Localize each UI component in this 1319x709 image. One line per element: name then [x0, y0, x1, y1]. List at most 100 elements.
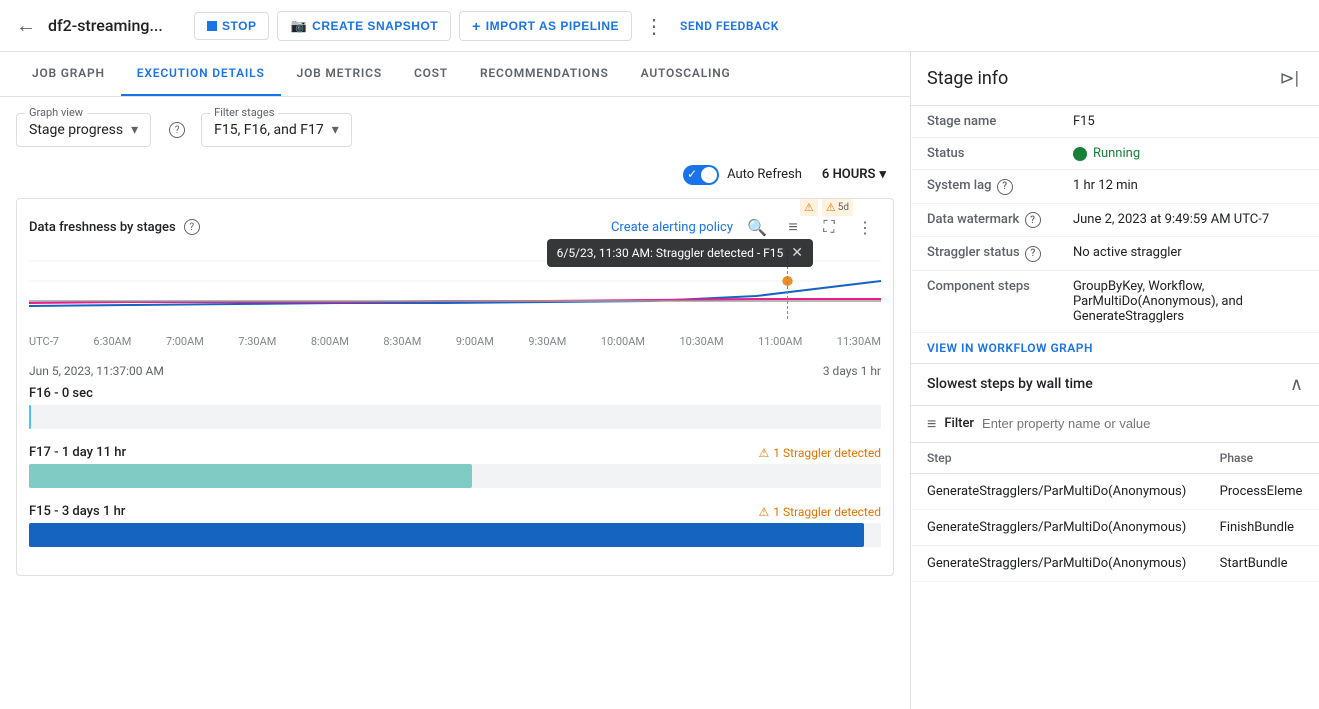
page-title: df2-streaming... — [48, 16, 178, 35]
chart-help-icon[interactable]: ? — [184, 219, 200, 235]
tab-execution-details[interactable]: EXECUTION DETAILS — [121, 52, 281, 96]
more-chart-button[interactable]: ⋮ — [849, 211, 881, 243]
main-layout: JOB GRAPH EXECUTION DETAILS JOB METRICS … — [0, 52, 1319, 709]
chart-title: Data freshness by stages — [29, 220, 176, 235]
axis-label-5: 8:30AM — [383, 335, 421, 348]
stage-info-value-syslag: 1 hr 12 min — [1057, 170, 1319, 204]
stage-info-row-name: Stage name F15 — [911, 106, 1319, 138]
import-pipeline-button[interactable]: + IMPORT AS PIPELINE — [459, 11, 632, 41]
filter-stages-select[interactable]: Filter stages F15, F16, and F17 ▾ — [201, 113, 352, 147]
more-menu-button[interactable]: ⋮ — [640, 14, 668, 38]
stage-item-f15: F15 - 3 days 1 hr ⚠ 1 Straggler detected — [29, 504, 881, 547]
stage-info-value-straggler: No active straggler — [1057, 237, 1319, 271]
view-workflow-link[interactable]: VIEW IN WORKFLOW GRAPH — [911, 333, 1319, 363]
execution-details-content: Graph view Stage progress ▾ ? Filter sta… — [0, 97, 910, 709]
stage-time-header: Jun 5, 2023, 11:37:00 AM 3 days 1 hr — [29, 364, 881, 378]
table-row[interactable]: GenerateStragglers/ParMultiDo(Anonymous)… — [911, 509, 1319, 545]
filter-stages-legend: Filter stages — [210, 106, 278, 119]
graph-view-value[interactable]: Stage progress ▾ — [29, 118, 138, 138]
toggle-control[interactable]: ✓ — [683, 165, 719, 185]
chart-title-row: Data freshness by stages ? — [29, 219, 200, 235]
create-alerting-policy-link[interactable]: Create alerting policy — [611, 220, 733, 235]
stage-total-time: 3 days 1 hr — [823, 364, 881, 378]
auto-refresh-row: ✓ Auto Refresh 6 HOURS ▾ — [16, 163, 894, 186]
step-phase-1: ProcessEleme — [1204, 473, 1319, 509]
chart-section: Data freshness by stages ? Create alerti… — [16, 198, 894, 576]
more-vert-icon: ⋮ — [857, 218, 873, 237]
tab-job-graph[interactable]: JOB GRAPH — [16, 52, 121, 96]
table-row[interactable]: GenerateStragglers/ParMultiDo(Anonymous)… — [911, 545, 1319, 581]
steps-col-phase: Phase — [1204, 443, 1319, 474]
steps-table-wrap: Step Phase GenerateStragglers/ParMultiDo… — [911, 443, 1319, 709]
collapse-slowest-steps-button[interactable]: ∧ — [1290, 374, 1303, 395]
stop-icon — [207, 21, 217, 31]
status-text: Running — [1093, 146, 1140, 161]
status-dot — [1073, 147, 1087, 161]
filter-stages-value[interactable]: F15, F16, and F17 ▾ — [214, 118, 339, 138]
stage-f15-name: F15 - 3 days 1 hr — [29, 504, 125, 519]
snapshot-button[interactable]: 📷 CREATE SNAPSHOT — [277, 11, 451, 41]
f15-warning-icon: ⚠ — [759, 505, 770, 519]
graph-view-legend: Graph view — [25, 106, 87, 119]
tab-cost[interactable]: COST — [398, 52, 464, 96]
feedback-button[interactable]: SEND FEEDBACK — [680, 19, 779, 33]
axis-label-3: 7:30AM — [238, 335, 276, 348]
warning-badges: ⚠ ⚠ 5d — [800, 199, 853, 216]
f17-warning-icon: ⚠ — [759, 446, 770, 460]
stage-item-f16: F16 - 0 sec — [29, 386, 881, 429]
stage-info-row-syslag: System lag ? 1 hr 12 min — [911, 170, 1319, 204]
stage-info-label-status: Status — [911, 138, 1057, 170]
snapshot-icon: 📷 — [290, 18, 307, 34]
axis-label-0: UTC-7 — [29, 335, 59, 348]
watermark-help-icon[interactable]: ? — [1025, 212, 1041, 228]
tab-recommendations[interactable]: RECOMMENDATIONS — [464, 52, 625, 96]
slowest-steps-section: Slowest steps by wall time ∧ ≡ Filter St… — [911, 363, 1319, 709]
stage-info-value-name: F15 — [1057, 106, 1319, 138]
syslag-help-icon[interactable]: ? — [997, 179, 1013, 195]
chart-tooltip: 6/5/23, 11:30 AM: Straggler detected - F… — [547, 239, 813, 267]
axis-label-8: 10:00AM — [601, 335, 645, 348]
warning-count: 5d — [838, 202, 849, 213]
stage-info-label-components: Component steps — [911, 270, 1057, 332]
slowest-steps-title: Slowest steps by wall time — [927, 376, 1093, 392]
back-button[interactable]: ← — [12, 9, 40, 42]
axis-label-11: 11:30AM — [837, 335, 881, 348]
tab-job-metrics[interactable]: JOB METRICS — [281, 52, 398, 96]
stage-f15-straggler-badge: ⚠ 1 Straggler detected — [759, 505, 881, 519]
auto-refresh-toggle[interactable]: ✓ Auto Refresh — [683, 165, 802, 185]
table-row[interactable]: GenerateStragglers/ParMultiDo(Anonymous)… — [911, 473, 1319, 509]
graph-view-select[interactable]: Graph view Stage progress ▾ — [16, 113, 151, 147]
auto-refresh-label: Auto Refresh — [727, 167, 802, 182]
hours-arrow-icon: ▾ — [879, 167, 886, 182]
axis-label-10: 11:00AM — [758, 335, 802, 348]
step-name-2: GenerateStragglers/ParMultiDo(Anonymous) — [911, 509, 1204, 545]
panel-toggle-button[interactable]: ⊳| — [1276, 64, 1303, 93]
toggle-check-icon: ✓ — [687, 167, 697, 181]
straggler-help-icon[interactable]: ? — [1025, 246, 1041, 262]
f17-straggler-text: 1 Straggler detected — [773, 446, 881, 460]
f15-straggler-text: 1 Straggler detected — [773, 505, 881, 519]
steps-col-step: Step — [911, 443, 1204, 474]
stop-button[interactable]: STOP — [194, 12, 269, 40]
filter-input[interactable] — [982, 416, 1303, 431]
stage-info-label-straggler: Straggler status ? — [911, 237, 1057, 271]
hours-selector[interactable]: 6 HOURS ▾ — [814, 163, 894, 186]
stage-info-label-syslag: System lag ? — [911, 170, 1057, 204]
graph-view-arrow-icon: ▾ — [131, 122, 138, 138]
stage-info-header: Stage info ⊳| — [911, 52, 1319, 106]
import-icon: + — [472, 18, 481, 34]
tooltip-close-button[interactable]: ✕ — [791, 245, 803, 261]
tune-icon: ≡ — [788, 217, 797, 237]
stage-f17-name: F17 - 1 day 11 hr — [29, 445, 126, 460]
help-icon-graph[interactable]: ? — [169, 122, 185, 138]
stage-bars: Jun 5, 2023, 11:37:00 AM 3 days 1 hr F16… — [29, 364, 881, 547]
axis-label-1: 6:30AM — [93, 335, 131, 348]
axis-label-6: 9:00AM — [456, 335, 494, 348]
status-running-indicator: Running — [1073, 146, 1303, 161]
steps-table-header-row: Step Phase — [911, 443, 1319, 474]
tab-autoscaling[interactable]: AUTOSCALING — [625, 52, 747, 96]
stage-item-f17: F17 - 1 day 11 hr ⚠ 1 Straggler detected — [29, 445, 881, 488]
stage-info-value-status: Running — [1057, 138, 1319, 170]
slowest-steps-header: Slowest steps by wall time ∧ — [911, 364, 1319, 406]
stage-info-label-name: Stage name — [911, 106, 1057, 138]
